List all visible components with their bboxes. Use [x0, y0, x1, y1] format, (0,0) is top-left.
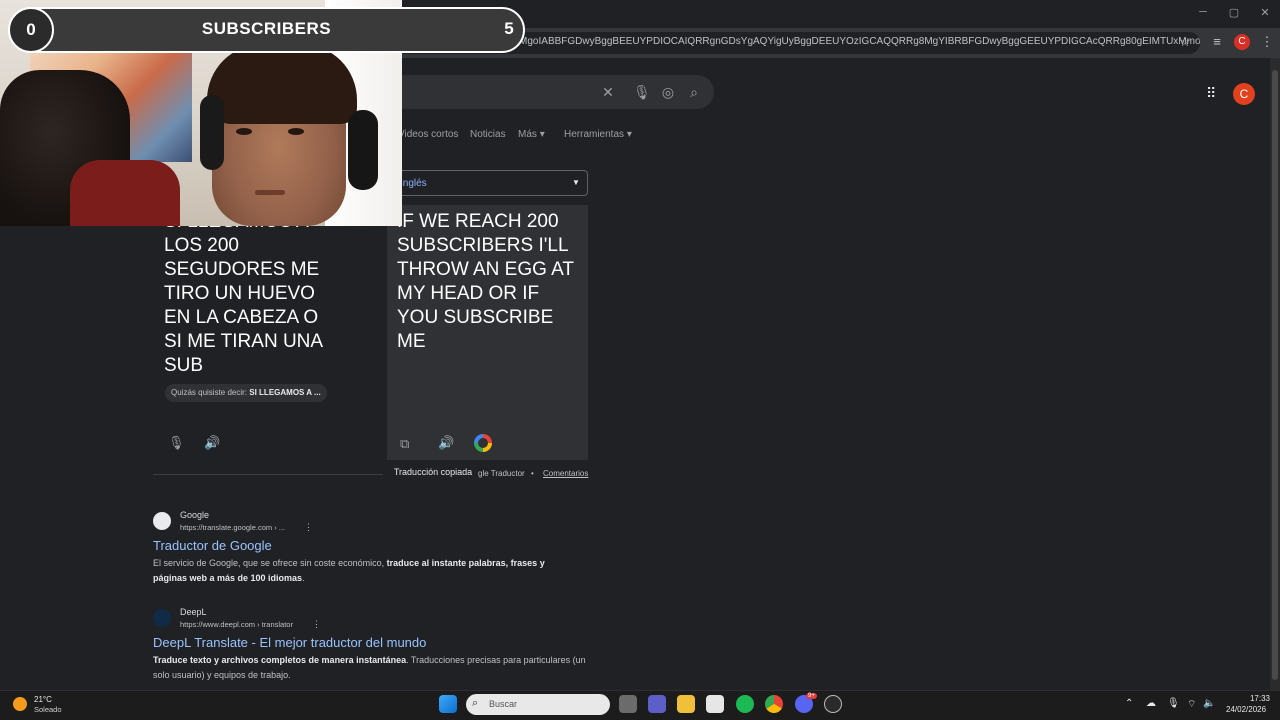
result-url[interactable]: https://translate.google.com › ...: [180, 523, 285, 532]
taskbar-search-placeholder: Buscar: [489, 699, 518, 709]
minimize-icon[interactable]: ─: [1188, 6, 1218, 18]
obs-icon[interactable]: [824, 695, 842, 713]
translated-line: MY HEAD OR IF: [397, 283, 540, 304]
translated-line: SUBSCRIBERS I'LL: [397, 235, 569, 256]
translated-text: IF WE REACH 200 SUBSCRIBERS I'LL THROW A…: [397, 210, 582, 354]
microphone-icon[interactable]: 🎙: [633, 84, 651, 101]
volume-icon[interactable]: 🔈: [1203, 698, 1215, 709]
result-title[interactable]: Traductor de Google: [153, 538, 272, 553]
task-view-icon[interactable]: [619, 695, 637, 713]
person-mouth: [255, 190, 285, 195]
did-you-mean-value: SI LLEGAMOS A ...: [249, 388, 321, 397]
wifi-icon[interactable]: ⌔: [1187, 698, 1196, 711]
person-hair: [207, 44, 357, 124]
source-line: TIRO UN HUEVO: [164, 283, 315, 304]
result-title[interactable]: DeepL Translate - El mejor traductor del…: [153, 635, 426, 650]
speaker-icon[interactable]: 🔊: [204, 435, 220, 451]
onedrive-icon[interactable]: ☁: [1146, 698, 1156, 709]
menu-icon[interactable]: ⋮: [1258, 33, 1276, 51]
divider: [153, 474, 383, 475]
teams-icon[interactable]: [648, 695, 666, 713]
result-snippet: El servicio de Google, que se ofrece sin…: [153, 556, 573, 586]
snippet-text: .: [302, 573, 305, 583]
tab-tools[interactable]: Herramientas ▾: [564, 129, 632, 140]
translated-line: YOU SUBSCRIBE: [397, 307, 554, 328]
taskbar-search[interactable]: [466, 694, 610, 715]
translated-line: IF WE REACH 200: [397, 211, 559, 232]
store-icon[interactable]: [706, 695, 724, 713]
clear-icon[interactable]: ✕: [600, 84, 616, 101]
weather-description[interactable]: Soleado: [34, 705, 62, 714]
tab-tools-label: Herramientas: [564, 129, 625, 140]
maximize-icon[interactable]: ▢: [1219, 6, 1249, 19]
reading-list-icon[interactable]: ≡: [1208, 33, 1226, 51]
did-you-mean-label: Quizás quisiste decir:: [171, 388, 248, 397]
search-icon[interactable]: ⌕: [686, 84, 702, 101]
source-line: LOS 200: [164, 235, 239, 256]
chair-cushion: [70, 160, 180, 226]
copied-tooltip: Traducción copiada: [387, 462, 479, 482]
listen-icon[interactable]: 🔊: [438, 435, 454, 451]
copy-icon[interactable]: ⧉: [400, 436, 409, 452]
microphone-icon[interactable]: 🎙: [168, 435, 185, 451]
scrollbar-thumb[interactable]: [1272, 70, 1278, 680]
clock-time[interactable]: 17:33: [1246, 694, 1270, 703]
clock-date[interactable]: 24/02/2026: [1226, 705, 1266, 714]
more-options-icon[interactable]: ⋮: [304, 522, 313, 533]
caret-down-icon: ▼: [572, 178, 580, 187]
more-options-icon[interactable]: ⋮: [312, 619, 321, 630]
result-site-name: Google: [180, 510, 210, 520]
deepl-favicon: [153, 609, 171, 627]
close-window-icon[interactable]: ✕: [1250, 6, 1280, 19]
target-language-label: Inglés: [400, 178, 427, 189]
account-avatar[interactable]: C: [1233, 83, 1255, 105]
source-line: SI ME TIRAN UNA: [164, 331, 324, 352]
windows-start-icon[interactable]: [439, 695, 457, 713]
tab-videos[interactable]: Videos cortos: [398, 129, 458, 140]
spotify-icon[interactable]: [736, 695, 754, 713]
source-line: EN LA CABEZA O: [164, 307, 319, 328]
result-snippet: Traduce texto y archivos completos de ma…: [153, 653, 593, 683]
translated-line: ME: [397, 331, 426, 352]
source-line: SUB: [164, 355, 204, 376]
star-icon[interactable]: ☆: [1176, 33, 1194, 51]
headphone-right: [348, 110, 378, 190]
tab-news[interactable]: Noticias: [470, 129, 506, 140]
chevron-down-icon: ▾: [539, 129, 545, 140]
chevron-up-icon[interactable]: ⌃: [1125, 698, 1133, 709]
open-translate-link[interactable]: gle Traductor: [478, 469, 525, 478]
windows-taskbar: [0, 690, 1280, 720]
tab-more-label: Más: [518, 129, 537, 140]
chrome-icon[interactable]: [765, 695, 783, 713]
subscriber-count: 0: [8, 7, 54, 53]
chevron-down-icon: ▾: [626, 129, 632, 140]
profile-avatar[interactable]: C: [1234, 34, 1250, 50]
source-text: SI LLEGAMOS A LOS 200 SEGUDORES ME TIRO …: [164, 210, 364, 378]
subscriber-goal: 5: [504, 19, 514, 38]
microphone-icon[interactable]: 🎙: [1167, 698, 1180, 709]
tab-more[interactable]: Más ▾: [518, 129, 545, 140]
person-eye: [288, 128, 304, 135]
discord-badge: 9+: [806, 693, 817, 699]
lens-icon[interactable]: ◎: [660, 84, 676, 101]
search-icon: ⌕: [472, 697, 479, 709]
apps-grid-icon[interactable]: ⠿: [1206, 85, 1216, 102]
translated-line: THROW AN EGG AT: [397, 259, 574, 280]
source-line: SEGUDORES ME: [164, 259, 320, 280]
sun-icon[interactable]: [13, 697, 27, 711]
subscriber-label: SUBSCRIBERS: [201, 19, 332, 38]
google-icon[interactable]: [474, 434, 492, 452]
result-url[interactable]: https://www.deepl.com › translator: [180, 620, 293, 629]
person-eye: [236, 128, 252, 135]
feedback-link[interactable]: Comentarios: [543, 469, 588, 478]
footer-separator: •: [531, 469, 534, 478]
snippet-text: El servicio de Google, que se ofrece sin…: [153, 558, 387, 568]
file-explorer-icon[interactable]: [677, 695, 695, 713]
did-you-mean-chip[interactable]: Quizás quisiste decir: SI LLEGAMOS A ...: [165, 384, 327, 402]
result-site-name: DeepL: [180, 607, 207, 617]
snippet-bold: Traduce texto y archivos completos de ma…: [153, 655, 407, 665]
headphone-left: [200, 95, 224, 170]
google-translate-favicon: [153, 512, 171, 530]
weather-temperature[interactable]: 21°C: [34, 695, 52, 704]
